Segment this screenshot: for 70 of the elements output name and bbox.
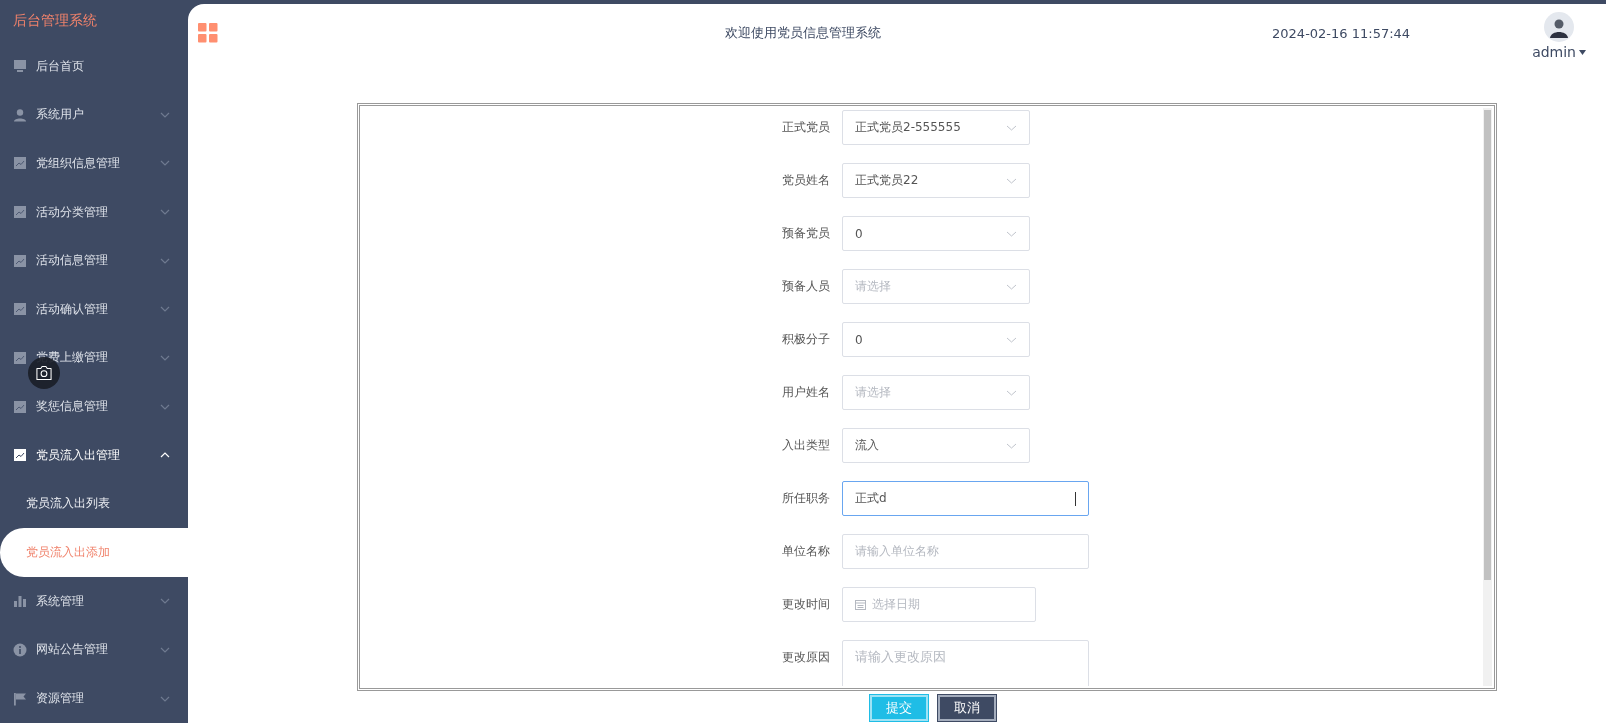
sidebar-item[interactable]: 奖惩信息管理 [0, 382, 188, 431]
bar-chart-icon [13, 594, 27, 609]
field-label: 积极分子 [781, 331, 831, 348]
user-icon [13, 107, 27, 122]
flag-icon [13, 691, 27, 706]
chevron-icon [160, 306, 170, 313]
chevron-icon [160, 598, 170, 605]
avatar[interactable] [1544, 12, 1575, 42]
chart-icon [13, 253, 27, 268]
chart-icon [13, 302, 27, 317]
sidebar-item[interactable]: 系统用户 [0, 90, 188, 140]
field-label: 预备人员 [781, 278, 831, 295]
select-field[interactable]: 流入 [842, 428, 1030, 463]
chevron-icon [1006, 336, 1017, 343]
input-field[interactable]: 正式d [842, 481, 1089, 516]
chevron-icon [1006, 177, 1017, 184]
select-field[interactable]: 正式党员22 [842, 163, 1030, 198]
sidebar-item[interactable]: 党组织信息管理 [0, 139, 188, 188]
user-menu[interactable]: admin [1532, 44, 1586, 60]
app-title: 后台管理系统 [13, 11, 97, 30]
sidebar-item[interactable]: 网站公告管理 [0, 625, 188, 675]
sidebar-item[interactable]: 后台首页 [0, 41, 188, 91]
sidebar-item[interactable]: 活动信息管理 [0, 236, 188, 285]
select-field[interactable]: 正式党员2-555555 [842, 110, 1030, 145]
sidebar-item[interactable]: 党员流入出管理 [0, 430, 188, 480]
chevron-icon [1006, 230, 1017, 237]
field-label: 用户姓名 [781, 384, 831, 401]
chart-icon [13, 156, 27, 171]
caret-icon [1579, 49, 1586, 55]
select-field[interactable]: 0 [842, 216, 1030, 251]
field-label: 更改原因 [781, 649, 831, 666]
chart-icon [13, 205, 27, 219]
chevron-icon [160, 355, 170, 361]
chart-icon [13, 399, 27, 414]
field-label: 更改时间 [781, 596, 831, 613]
sidebar-item[interactable]: 系统管理 [0, 576, 188, 626]
sidebar-item[interactable]: 资源管理 [0, 674, 188, 723]
scrollbar[interactable] [1483, 108, 1492, 686]
monitor-icon [13, 59, 27, 74]
field-label: 党员姓名 [781, 172, 831, 189]
sidebar-item[interactable]: 活动分类管理 [0, 187, 188, 237]
sidebar-item[interactable]: 活动确认管理 [0, 285, 188, 334]
datetime: 2024-02-16 11:57:44 [1272, 25, 1411, 41]
field-label: 正式党员 [781, 119, 831, 136]
field-label: 单位名称 [781, 543, 831, 560]
chevron-icon [160, 695, 170, 702]
chevron-icon [160, 452, 170, 459]
select-field[interactable]: 0 [842, 322, 1030, 357]
chevron-icon [160, 160, 170, 167]
chevron-icon [160, 111, 170, 118]
sidebar-subitem[interactable]: 党员流入出列表 [0, 479, 188, 529]
field-label: 预备党员 [781, 225, 831, 242]
cancel-button[interactable]: 取消 [938, 695, 996, 721]
chevron-icon [1006, 389, 1017, 396]
camera-icon [35, 365, 53, 381]
chevron-icon [160, 403, 170, 410]
calendar-icon [855, 599, 866, 610]
chart-icon [13, 448, 27, 463]
info-icon [13, 642, 27, 657]
chevron-icon [160, 257, 170, 264]
page-title: 欢迎使用党员信息管理系统 [725, 25, 881, 40]
chevron-icon [1006, 442, 1017, 449]
field-label: 入出类型 [781, 437, 831, 454]
sidebar-item[interactable]: 党费上缴管理 [0, 333, 188, 383]
field-label: 所任职务 [781, 490, 831, 507]
chart-icon [13, 351, 27, 365]
chevron-icon [1006, 283, 1017, 290]
chevron-icon [160, 209, 170, 215]
chevron-icon [160, 646, 170, 653]
chevron-icon [1006, 124, 1017, 131]
